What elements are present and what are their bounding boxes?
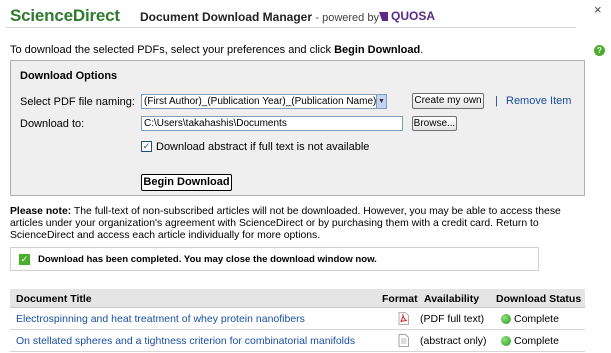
header-title: Document Download Manager - powered by (140, 10, 379, 24)
table-row: Electrospinning and heat treatment of wh… (10, 309, 585, 330)
quosa-logo-icon (379, 12, 388, 21)
link-separator: | (495, 95, 498, 107)
completion-banner: ✓ Download has been completed. You may c… (10, 247, 539, 271)
column-format: Format (382, 293, 418, 305)
status-text: Complete (514, 335, 559, 347)
powered-by-text: - powered by (315, 12, 379, 24)
abstract-checkbox[interactable]: ✓ (141, 141, 152, 152)
remove-item-link[interactable]: Remove Item (506, 95, 571, 107)
column-download-status: Download Status (496, 293, 582, 305)
table-header: Document Title Format Availability Downl… (10, 289, 585, 308)
file-naming-label: Select PDF file naming: (20, 96, 135, 108)
check-icon: ✓ (19, 254, 30, 265)
intro-text-body: To download the selected PDFs, select yo… (10, 44, 335, 56)
intro-action-name: Begin Download (334, 44, 421, 56)
download-options-panel: Download Options Select PDF file naming:… (10, 60, 585, 196)
chevron-down-icon[interactable]: ▼ (376, 94, 387, 109)
begin-download-button[interactable]: Begin Download (141, 174, 232, 191)
app-header: ScienceDirect Document Download Manager … (6, 4, 576, 28)
availability-text: (PDF full text) (420, 313, 485, 325)
close-icon[interactable]: × (594, 3, 602, 16)
abstract-checkbox-label: Download abstract if full text is not av… (156, 141, 370, 153)
table-row: On stellated spheres and a tightness cri… (10, 331, 585, 352)
partner-logo: QUOSA (379, 9, 435, 23)
download-to-label: Download to: (20, 118, 85, 130)
completion-message: Download has been completed. You may clo… (38, 254, 377, 265)
status-dot-icon (501, 314, 511, 324)
status-text: Complete (514, 313, 559, 325)
intro-text-end: . (420, 44, 424, 56)
document-title-link[interactable]: On stellated spheres and a tightness cri… (16, 335, 355, 347)
pdf-icon[interactable] (398, 312, 409, 325)
partner-name: QUOSA (391, 9, 436, 23)
help-icon[interactable]: ? (594, 45, 605, 56)
create-my-own-button[interactable]: Create my own (412, 93, 484, 109)
note-text: Please note: The full-text of non-subscr… (10, 206, 588, 242)
window-title: Document Download Manager (140, 10, 313, 24)
column-availability: Availability (424, 293, 480, 305)
note-body: The full-text of non-subscribed articles… (10, 206, 561, 241)
download-path-input[interactable]: C:\Users\takahashis\Documents (141, 116, 403, 131)
availability-text: (abstract only) (420, 335, 487, 347)
intro-text: To download the selected PDFs, select yo… (10, 44, 423, 56)
download-options-title: Download Options (20, 70, 118, 82)
note-label: Please note: (10, 206, 72, 217)
browse-button[interactable]: Browse... (412, 116, 457, 131)
document-icon[interactable] (398, 334, 409, 347)
document-title-link[interactable]: Electrospinning and heat treatment of wh… (16, 313, 305, 325)
status-dot-icon (501, 336, 511, 346)
brand-logo: ScienceDirect (10, 6, 120, 25)
column-document-title: Document Title (16, 293, 92, 305)
file-naming-select[interactable]: (First Author)_(Publication Year)_(Publi… (141, 94, 387, 109)
